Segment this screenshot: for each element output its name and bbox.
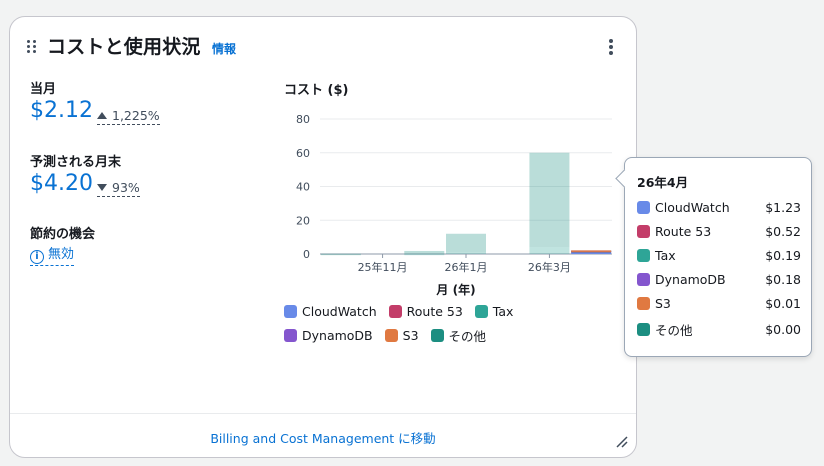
bar-segment: [404, 250, 445, 254]
legend-item[interactable]: S3: [384, 327, 419, 343]
legend-label: その他: [448, 328, 487, 344]
x-tick-label: 26年1月: [445, 260, 488, 274]
bar-segment: [446, 252, 486, 254]
tooltip-series-name: Tax: [655, 248, 676, 263]
legend-label: CloudWatch: [302, 303, 377, 319]
current-month-label: 当月: [30, 82, 57, 97]
legend-swatch: [384, 328, 398, 342]
tooltip-title: 26年4月: [637, 175, 689, 190]
tooltip-row: CloudWatch $1.23: [637, 200, 801, 215]
info-icon: i: [30, 250, 44, 264]
y-tick-label: 60: [296, 147, 310, 160]
bar-segment: [529, 152, 570, 248]
legend-label: Tax: [492, 303, 514, 319]
savings-status[interactable]: i 無効: [30, 243, 75, 266]
chart-legend: CloudWatch Route 53 Tax DynamoDB S3 その他: [284, 303, 554, 351]
x-tick-label: 25年11月: [358, 260, 408, 274]
legend-item[interactable]: その他: [430, 327, 487, 344]
y-tick-label: 80: [296, 113, 310, 126]
tooltip-row: DynamoDB $0.18: [637, 272, 801, 287]
widget-footer: Billing and Cost Management に移動: [10, 413, 636, 458]
legend-label: Route 53: [406, 303, 463, 319]
legend-swatch: [284, 304, 297, 318]
cost-chart: 0 20 40 60 80 25年11月 26年1月 26年3月月 (年): [296, 113, 612, 297]
legend-item[interactable]: CloudWatch: [284, 303, 377, 319]
increase-icon: [97, 112, 107, 119]
legend-item[interactable]: DynamoDB: [284, 327, 373, 343]
current-month-delta[interactable]: 1,225%: [97, 108, 160, 125]
tooltip-series-value: $0.19: [765, 248, 801, 263]
current-month-value: $2.12: [30, 98, 93, 123]
tooltip-row: S3 $0.01: [637, 296, 801, 311]
tooltip-swatch: [637, 201, 650, 214]
forecast-delta[interactable]: 93%: [97, 180, 140, 197]
y-tick-label: 40: [296, 181, 310, 194]
tooltip-series-value: $0.01: [765, 296, 801, 311]
current-month-delta-text: 1,225%: [112, 108, 160, 123]
tooltip-swatch: [637, 225, 650, 238]
savings-status-text: 無効: [48, 247, 75, 262]
tooltip-series-name: DynamoDB: [655, 272, 726, 287]
legend-label: S3: [402, 327, 419, 343]
chart-title: コスト ($): [284, 83, 349, 98]
savings-label: 節約の機会: [30, 227, 96, 242]
bar-segment: [320, 253, 361, 256]
bar-segment: [571, 250, 612, 252]
tooltip-series-name: S3: [655, 296, 671, 311]
bar-segment: [529, 247, 570, 254]
legend-item[interactable]: Route 53: [388, 303, 463, 319]
resize-handle-icon[interactable]: [616, 436, 628, 448]
legend-swatch: [388, 304, 402, 318]
legend-label: DynamoDB: [302, 327, 373, 343]
more-actions-icon[interactable]: [608, 39, 614, 55]
tooltip-swatch: [637, 297, 650, 310]
forecast-delta-text: 93%: [112, 180, 140, 195]
bar-segment: [446, 233, 486, 253]
tooltip-series-name: Route 53: [655, 224, 712, 239]
drag-handle-icon[interactable]: [27, 40, 39, 54]
tooltip-series-name: その他: [655, 323, 693, 338]
x-axis-label: 月 (年): [435, 282, 475, 297]
y-tick-label: 0: [303, 248, 310, 261]
tooltip-swatch: [637, 249, 650, 262]
legend-item[interactable]: Tax: [474, 303, 514, 319]
x-tick-label: 26年3月: [528, 260, 571, 274]
legend-swatch: [284, 328, 297, 342]
tooltip-swatch: [637, 323, 650, 336]
cost-usage-widget: コストと使用状況 情報 当月 $2.12 1,225% 予測される月末 $4.2…: [9, 16, 637, 458]
decrease-icon: [97, 184, 107, 191]
legend-swatch: [474, 304, 488, 318]
bar-segment: [404, 253, 445, 256]
tooltip-row: その他 $0.00: [637, 320, 801, 339]
chart-tooltip: 26年4月 CloudWatch $1.23 Route 53 $0.52 Tax $0.…: [615, 157, 812, 357]
y-tick-label: 20: [296, 214, 310, 227]
info-link[interactable]: 情報: [212, 40, 236, 57]
billing-link[interactable]: Billing and Cost Management に移動: [10, 428, 636, 447]
tooltip-series-value: $0.18: [765, 272, 801, 287]
widget-title: コストと使用状況: [47, 36, 201, 58]
legend-swatch: [430, 328, 444, 342]
tooltip-swatch: [637, 273, 650, 286]
tooltip-series-value: $1.23: [765, 200, 801, 215]
tooltip-row: Tax $0.19: [637, 248, 801, 263]
forecast-label: 予測される月末: [30, 155, 122, 170]
forecast-value: $4.20: [30, 171, 93, 196]
tooltip-series-value: $0.00: [765, 322, 801, 337]
tooltip-row: Route 53 $0.52: [637, 224, 801, 239]
tooltip-series-value: $0.52: [765, 224, 801, 239]
tooltip-series-name: CloudWatch: [655, 200, 730, 215]
